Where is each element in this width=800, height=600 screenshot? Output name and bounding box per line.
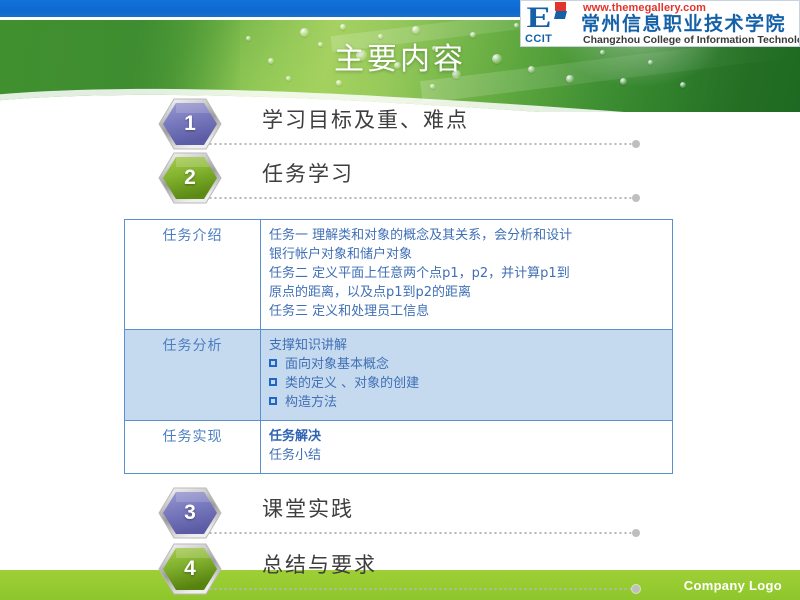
college-name-chinese: 常州信息职业技术学院 (581, 13, 787, 35)
agenda-row-3[interactable]: 3 课堂实践 (0, 487, 800, 543)
square-bullet-icon (269, 378, 277, 386)
agenda-dot-end-3 (632, 529, 640, 537)
intro-line-3: 任务二 定义平面上任意两个点p1，p2，并计算p1到 (269, 266, 570, 281)
slide-canvas: 主要内容 E CCIT www.themegallery.com 常州信息职业技… (0, 0, 800, 600)
agenda-row-1[interactable]: 1 学习目标及重、难点 (0, 98, 800, 154)
intro-line-2: 银行帐户对象和储户对象 (269, 247, 413, 262)
agenda-dot-end-2 (632, 194, 640, 202)
table-cell-body-implement: 任务解决 任务小结 (260, 420, 673, 474)
ccit-flag-blue-icon (554, 11, 567, 19)
ccit-flag-red-icon (555, 2, 566, 11)
implement-strong-line: 任务解决 (269, 429, 322, 444)
square-bullet-icon (269, 397, 277, 405)
agenda-label-2: 任务学习 (262, 162, 354, 186)
agenda-label-1: 学习目标及重、难点 (262, 108, 469, 132)
table-cell-label-analysis: 任务分析 (124, 329, 261, 421)
analysis-heading: 支撑知识讲解 (269, 338, 348, 353)
analysis-bullet-text-2: 类的定义 、对象的创建 (285, 376, 420, 391)
table-cell-label-intro: 任务介绍 (124, 219, 261, 330)
agenda-dotted-line-2 (208, 197, 636, 199)
table-row: 任务介绍 任务一 理解类和对象的概念及其关系，会分析和设计 银行帐户对象和储户对… (124, 219, 673, 330)
agenda-dot-end-1 (632, 140, 640, 148)
task-table: 任务介绍 任务一 理解类和对象的概念及其关系，会分析和设计 银行帐户对象和储户对… (124, 219, 673, 474)
table-cell-body-analysis: 支撑知识讲解 面向对象基本概念 类的定义 、对象的创建 构造方法 (260, 329, 673, 421)
analysis-bullet-2: 类的定义 、对象的创建 (269, 374, 664, 393)
ccit-e-glyph: E (526, 1, 552, 34)
analysis-bullet-3: 构造方法 (269, 393, 664, 412)
square-bullet-icon (269, 359, 277, 367)
table-cell-label-implement: 任务实现 (124, 420, 261, 474)
table-row: 任务分析 支撑知识讲解 面向对象基本概念 类的定义 、对象的创建 构造方法 (124, 329, 673, 421)
intro-line-5: 任务三 定义和处理员工信息 (269, 304, 430, 319)
analysis-bullet-text-1: 面向对象基本概念 (285, 357, 390, 372)
analysis-bullet-text-3: 构造方法 (285, 395, 338, 410)
implement-plain-line: 任务小结 (269, 448, 322, 463)
company-logo-label: Company Logo (683, 578, 782, 593)
table-row: 任务实现 任务解决 任务小结 (124, 420, 673, 474)
page-title: 主要内容 (334, 42, 466, 77)
intro-line-4: 原点的距离，以及点p1到p2的距离 (269, 285, 472, 300)
agenda-row-2[interactable]: 2 任务学习 (0, 152, 800, 208)
agenda-dotted-line-4 (208, 588, 636, 590)
analysis-bullet-1: 面向对象基本概念 (269, 355, 664, 374)
agenda-dot-end-4 (632, 585, 640, 593)
intro-line-1: 任务一 理解类和对象的概念及其关系，会分析和设计 (269, 228, 573, 243)
agenda-dotted-line-3 (208, 532, 636, 534)
table-cell-body-intro: 任务一 理解类和对象的概念及其关系，会分析和设计 银行帐户对象和储户对象 任务二… (260, 219, 673, 330)
agenda-row-4[interactable]: 4 总结与要求 (0, 543, 800, 599)
agenda-label-4: 总结与要求 (262, 553, 377, 577)
agenda-dotted-line-1 (208, 143, 636, 145)
agenda-label-3: 课堂实践 (262, 497, 354, 521)
